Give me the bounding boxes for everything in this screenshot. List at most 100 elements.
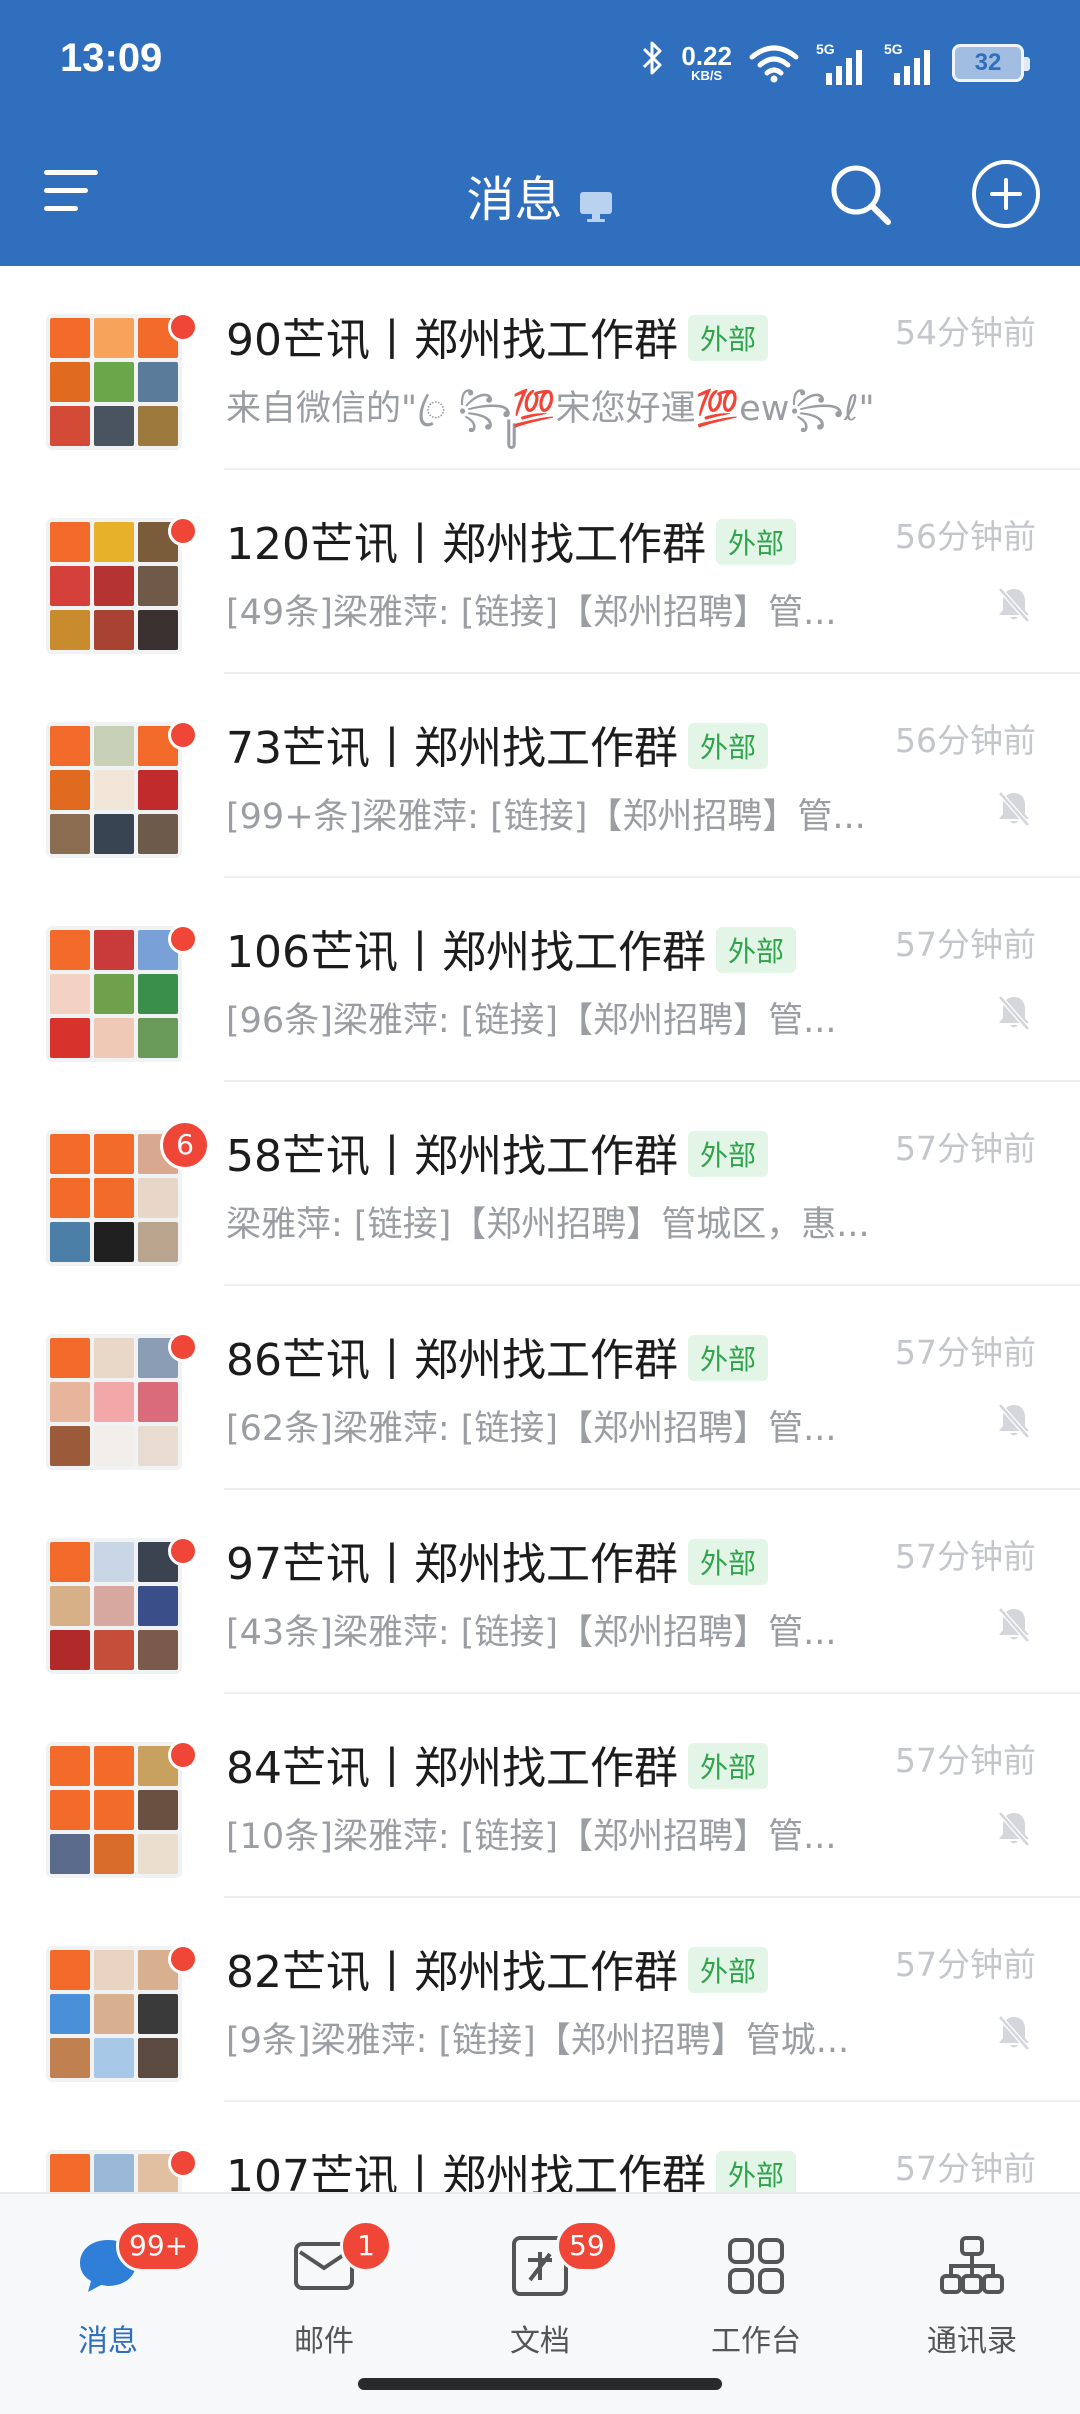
avatar-tile (138, 1630, 178, 1670)
avatar-tile (50, 566, 90, 606)
avatar-tile (50, 1586, 90, 1626)
avatar-tile (50, 726, 90, 766)
mute-bell-icon (998, 2015, 1030, 2051)
avatar-tile (94, 566, 134, 606)
wifi-icon (748, 43, 800, 83)
mute-bell-icon (998, 1607, 1030, 1643)
external-tag: 外部 (688, 1539, 769, 1585)
avatar-tile (94, 1338, 134, 1378)
avatar-tile (94, 974, 134, 1014)
unread-dot (168, 1944, 198, 1974)
avatar-tile (138, 1790, 178, 1830)
tab-label: 文档 (510, 2324, 570, 2359)
group-avatar (46, 1946, 182, 2082)
message-preview: [99+条]梁雅萍: [链接]【郑州招聘】管... (226, 797, 866, 837)
mute-bell-icon (998, 587, 1030, 623)
avatar-tile (138, 770, 178, 810)
message-preview: 梁雅萍: [链接]【郑州招聘】管城区，惠... (226, 1205, 870, 1245)
avatar-tile (94, 1586, 134, 1626)
group-avatar (46, 518, 182, 654)
conversation-row[interactable]: 82芒讯丨郑州找工作群 外部 57分钟前 [9条]梁雅萍: [链接]【郑州招聘】管城.… (0, 1898, 1080, 2102)
conversation-row[interactable]: 90芒讯丨郑州找工作群 外部 54分钟前 来自微信的"ꦿ ꧂ꦸ💯宋您好運💯ew꧂ℓ" (0, 266, 1080, 470)
external-tag: 外部 (688, 1131, 769, 1177)
avatar-tile (50, 1018, 90, 1058)
network-speed: 0.22 KB/S (681, 41, 732, 83)
avatar-tile (94, 726, 134, 766)
avatar-tile (94, 1746, 134, 1786)
conversation-time: 56分钟前 (895, 721, 1036, 760)
conversation-row[interactable]: 73芒讯丨郑州找工作群 外部 56分钟前 [99+条]梁雅萍: [链接]【郑州招聘】管… (0, 674, 1080, 878)
external-tag: 外部 (688, 1743, 769, 1789)
unread-dot (168, 720, 198, 750)
conversation-row[interactable]: 106芒讯丨郑州找工作群 外部 57分钟前 [96条]梁雅萍: [链接]【郑州招聘】管… (0, 878, 1080, 1082)
avatar-tile (138, 1834, 178, 1874)
tab-messages[interactable]: 99+ 消息 (28, 2220, 202, 2364)
unread-dot (168, 1332, 198, 1362)
group-avatar (46, 1742, 182, 1878)
conversation-row[interactable]: 97芒讯丨郑州找工作群 外部 57分钟前 [43条]梁雅萍: [链接]【郑州招聘】管.… (0, 1490, 1080, 1694)
avatar-tile (94, 930, 134, 970)
conversation-list[interactable]: 90芒讯丨郑州找工作群 外部 54分钟前 来自微信的"ꦿ ꧂ꦸ💯宋您好運💯ew꧂ℓ" 1… (0, 266, 1080, 2192)
header-title-area: 消息 (0, 160, 1080, 230)
avatar-tile (94, 1018, 134, 1058)
conversation-name: 73芒讯丨郑州找工作群 (226, 723, 678, 774)
avatar-tile (50, 1382, 90, 1422)
add-button[interactable] (972, 160, 1040, 228)
avatar-tile (138, 1018, 178, 1058)
conversation-row[interactable]: 107芒讯丨郑州找工作群 外部 57分钟前 (0, 2102, 1080, 2192)
message-preview: [43条]梁雅萍: [链接]【郑州招聘】管... (226, 1613, 837, 1653)
avatar-tile (94, 1382, 134, 1422)
avatar-tile (94, 406, 134, 446)
page-title: 消息 (466, 172, 563, 228)
org-chart-icon (940, 2236, 1004, 2294)
avatar-tile (138, 566, 178, 606)
avatar-tile (50, 318, 90, 358)
external-tag: 外部 (715, 927, 796, 973)
tab-contacts[interactable]: 通讯录 (892, 2224, 1052, 2364)
avatar-tile (94, 1222, 134, 1262)
tab-workbench[interactable]: 工作台 (676, 2224, 836, 2364)
conversation-row[interactable]: 86芒讯丨郑州找工作群 外部 57分钟前 [62条]梁雅萍: [链接]【郑州招聘】管.… (0, 1286, 1080, 1490)
avatar-tile (94, 1994, 134, 2034)
conversation-time: 54分钟前 (895, 313, 1036, 352)
avatar-tile (94, 610, 134, 650)
tab-badge: 99+ (116, 2220, 202, 2272)
conversation-time: 57分钟前 (895, 925, 1036, 964)
tab-mail[interactable]: 1 邮件 (244, 2220, 404, 2364)
conversation-name: 58芒讯丨郑州找工作群 (226, 1131, 678, 1182)
top-app-bar: 13:09 0.22 KB/S 5G 5G 32 消息 (0, 0, 1080, 266)
avatar-tile (138, 1426, 178, 1466)
group-avatar (46, 1334, 182, 1470)
avatar-tile (50, 930, 90, 970)
tab-label: 通讯录 (927, 2324, 1017, 2359)
unread-dot (168, 312, 198, 342)
unread-dot (168, 516, 198, 546)
unread-dot (168, 1536, 198, 1566)
conversation-row[interactable]: 120芒讯丨郑州找工作群 外部 56分钟前 [49条]梁雅萍: [链接]【郑州招聘】管… (0, 470, 1080, 674)
battery-icon: 32 (952, 43, 1030, 82)
conversation-name: 86芒讯丨郑州找工作群 (226, 1335, 678, 1386)
tab-docs[interactable]: 59 文档 (460, 2220, 620, 2364)
avatar-tile (50, 1630, 90, 1670)
tab-badge: 59 (556, 2220, 618, 2272)
conversation-row[interactable]: 84芒讯丨郑州找工作群 外部 57分钟前 [10条]梁雅萍: [链接]【郑州招聘】管.… (0, 1694, 1080, 1898)
avatar-tile (50, 1222, 90, 1262)
status-bar: 13:09 0.22 KB/S 5G 5G 32 (0, 0, 1080, 120)
conversation-name-line: 107芒讯丨郑州找工作群 外部 (226, 2140, 796, 2192)
search-button[interactable] (826, 160, 896, 230)
conversation-name: 107芒讯丨郑州找工作群 (226, 2151, 706, 2192)
group-avatar (46, 314, 182, 450)
conversation-row[interactable]: 6 58芒讯丨郑州找工作群 外部 57分钟前 梁雅萍: [链接]【郑州招聘】管城区，惠.… (0, 1082, 1080, 1286)
avatar-tile (138, 1382, 178, 1422)
message-preview: 来自微信的"ꦿ ꧂ꦸ💯宋您好運💯ew꧂ℓ" (226, 389, 875, 429)
home-indicator[interactable] (358, 2378, 722, 2390)
conversation-name: 84芒讯丨郑州找工作群 (226, 1743, 678, 1794)
tab-label: 邮件 (294, 2324, 354, 2359)
avatar-tile (50, 1950, 90, 1990)
avatar-tile (138, 1178, 178, 1218)
status-icons: 0.22 KB/S 5G 5G 32 (641, 38, 1030, 87)
signal-icon: 5G (816, 41, 868, 85)
status-time: 13:09 (60, 36, 163, 80)
avatar-tile (50, 2038, 90, 2078)
avatar-tile (94, 814, 134, 854)
